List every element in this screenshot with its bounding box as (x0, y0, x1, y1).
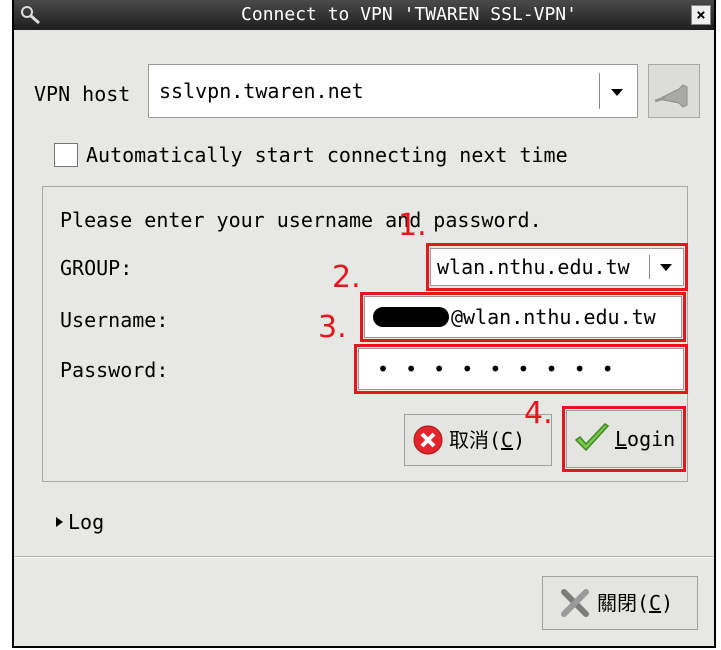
cancel-mnemonic: C (501, 428, 514, 452)
close-dialog-button[interactable]: 關閉(C) (542, 576, 698, 630)
title-bar: Connect to VPN 'TWAREN SSL-VPN' × (14, 0, 714, 30)
annotation-number-4: 4. (524, 396, 553, 431)
annotation-box-password (354, 344, 688, 394)
combo-separator (599, 73, 600, 109)
annotation-box-login (562, 406, 686, 472)
close-x-icon (561, 589, 589, 617)
close-dialog-mnemonic: C (649, 591, 662, 615)
group-label: GROUP: (60, 256, 133, 280)
close-dialog-label: 關閉( (597, 591, 650, 615)
password-label: Password: (60, 358, 169, 382)
connect-plug-button[interactable] (648, 64, 700, 118)
auto-connect-label[interactable]: Automatically start connecting next time (86, 143, 568, 167)
window-title: Connect to VPN 'TWAREN SSL-VPN' (241, 4, 577, 25)
chevron-down-icon[interactable] (611, 89, 623, 96)
auto-connect-checkbox[interactable] (54, 143, 78, 167)
annotation-box-group (426, 243, 688, 291)
annotation-number-3: 3. (318, 310, 347, 345)
vpn-host-combo[interactable]: sslvpn.twaren.net (148, 64, 638, 118)
window-close-icon[interactable]: × (691, 5, 711, 25)
annotation-number-1: 1. (398, 208, 427, 243)
annotation-number-2: 2. (332, 260, 361, 295)
annotation-box-username (360, 292, 686, 342)
vpn-dialog: Connect to VPN 'TWAREN SSL-VPN' × VPN ho… (12, 0, 716, 648)
vpn-host-value: sslvpn.twaren.net (159, 79, 364, 103)
cancel-label: 取消( (449, 428, 502, 452)
footer-separator (14, 556, 714, 558)
log-expander-label[interactable]: Log (68, 510, 104, 534)
username-label: Username: (60, 308, 169, 332)
vpn-host-label: VPN host (34, 82, 131, 106)
login-prompt: Please enter your username and password. (60, 208, 542, 232)
key-icon[interactable] (20, 5, 42, 25)
cancel-x-icon (413, 425, 443, 455)
expander-triangle-icon[interactable] (56, 517, 63, 527)
connect-plug-icon (654, 84, 688, 108)
